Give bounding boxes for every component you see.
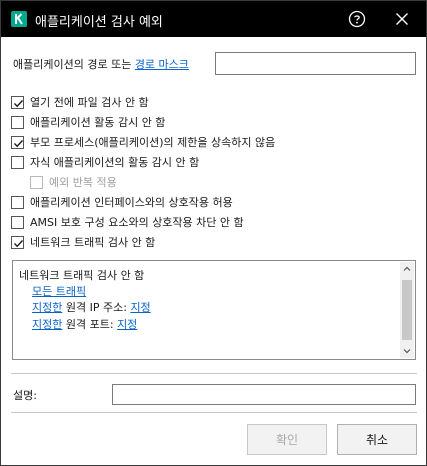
checkbox[interactable] xyxy=(11,235,24,249)
path-input[interactable] xyxy=(215,52,416,75)
cb-apply-recursively: 예외 반복 적용 xyxy=(30,174,117,190)
details-scrollbar[interactable] xyxy=(400,262,414,358)
help-button[interactable] xyxy=(348,10,366,28)
chevron-down-icon xyxy=(403,349,411,354)
dialog-title: 애플리케이션 검사 예외 xyxy=(35,15,163,30)
cb-allow-interface-interaction[interactable]: 애플리케이션 인터페이스와의 상호작용 허용 xyxy=(11,194,233,210)
close-x-icon xyxy=(396,13,408,25)
cb-no-activity-monitor[interactable]: 애플리케이션 활동 감시 안 함 xyxy=(11,114,165,130)
checkmark-icon xyxy=(14,139,24,147)
checkbox[interactable] xyxy=(11,195,24,209)
question-circle-icon xyxy=(348,10,366,28)
cb-no-amsi-block[interactable]: AMSI 보호 구성 요소와의 상호작용 차단 안 함 xyxy=(11,214,244,230)
cb-no-scan-before-open[interactable]: 열기 전에 파일 검사 안 함 xyxy=(11,94,149,110)
checkbox-label: 열기 전에 파일 검사 안 함 xyxy=(30,96,149,109)
checkbox[interactable] xyxy=(11,95,24,109)
remote-port-line: 지정한 원격 포트: 지정 xyxy=(32,316,137,332)
checkbox[interactable] xyxy=(11,115,24,129)
scroll-thumb[interactable] xyxy=(402,280,412,340)
cb-no-inherit-parent[interactable]: 부모 프로세스(애플리케이션)의 제한을 상속하지 않음 xyxy=(11,134,275,150)
checkbox xyxy=(30,175,43,189)
port-label: 원격 포트: xyxy=(62,318,118,331)
kaspersky-logo-icon xyxy=(11,11,27,27)
checkbox-label: 부모 프로세스(애플리케이션)의 제한을 상속하지 않음 xyxy=(30,136,276,149)
description-input[interactable] xyxy=(112,384,416,405)
ok-button[interactable]: 확인 xyxy=(247,424,327,455)
cb-no-child-monitor[interactable]: 자식 애플리케이션의 활동 감시 안 함 xyxy=(11,154,199,170)
cb-no-network-scan[interactable]: 네트워크 트래픽 검사 안 함 xyxy=(11,234,155,250)
scroll-down-button[interactable] xyxy=(400,344,414,358)
path-label: 애플리케이션의 경로 또는 경로 마스크 xyxy=(13,56,189,72)
title-bar: 애플리케이션 검사 예외 xyxy=(1,1,426,37)
remote-ip-line: 지정한 원격 IP 주소: 지정 xyxy=(32,299,151,315)
checkbox[interactable] xyxy=(11,155,24,169)
all-traffic-link[interactable]: 모든 트래픽 xyxy=(32,285,86,298)
traffic-details-box: 네트워크 트래픽 검사 안 함 모든 트래픽 지정한 원격 IP 주소: 지정 … xyxy=(12,260,416,360)
checkbox-label: 애플리케이션 인터페이스와의 상호작용 허용 xyxy=(30,196,233,209)
checkbox[interactable] xyxy=(11,215,24,229)
checkbox[interactable] xyxy=(11,135,24,149)
separator xyxy=(11,412,417,413)
port-value-link[interactable]: 지정 xyxy=(117,318,137,331)
path-label-text: 애플리케이션의 경로 또는 xyxy=(13,58,135,71)
ip-value-link[interactable]: 지정 xyxy=(130,301,150,314)
scroll-up-button[interactable] xyxy=(400,262,414,276)
checkmark-icon xyxy=(14,239,24,247)
checkbox-label: 네트워크 트래픽 검사 안 함 xyxy=(30,236,156,249)
checkmark-icon xyxy=(14,99,24,107)
checkbox-label: 자식 애플리케이션의 활동 감시 안 함 xyxy=(30,156,200,169)
all-traffic-line: 모든 트래픽 xyxy=(32,283,86,299)
path-mask-link[interactable]: 경로 마스크 xyxy=(135,58,189,71)
cancel-button[interactable]: 취소 xyxy=(337,424,417,455)
separator xyxy=(11,373,417,374)
ip-specified-link[interactable]: 지정한 xyxy=(32,301,62,314)
checkbox-label: AMSI 보호 구성 요소와의 상호작용 차단 안 함 xyxy=(30,216,244,229)
checkbox-label: 예외 반복 적용 xyxy=(49,176,117,189)
checkbox-label: 애플리케이션 활동 감시 안 함 xyxy=(30,116,166,129)
ip-label: 원격 IP 주소: xyxy=(62,301,131,314)
description-label: 설명: xyxy=(13,389,37,402)
chevron-up-icon xyxy=(403,266,411,271)
exclusion-dialog: 애플리케이션 검사 예외 애플리케이션의 경로 또는 경로 마스크 열기 전에 … xyxy=(0,0,427,466)
port-specified-link[interactable]: 지정한 xyxy=(32,318,62,331)
close-button[interactable] xyxy=(393,10,411,28)
details-title: 네트워크 트래픽 검사 안 함 xyxy=(19,269,145,282)
